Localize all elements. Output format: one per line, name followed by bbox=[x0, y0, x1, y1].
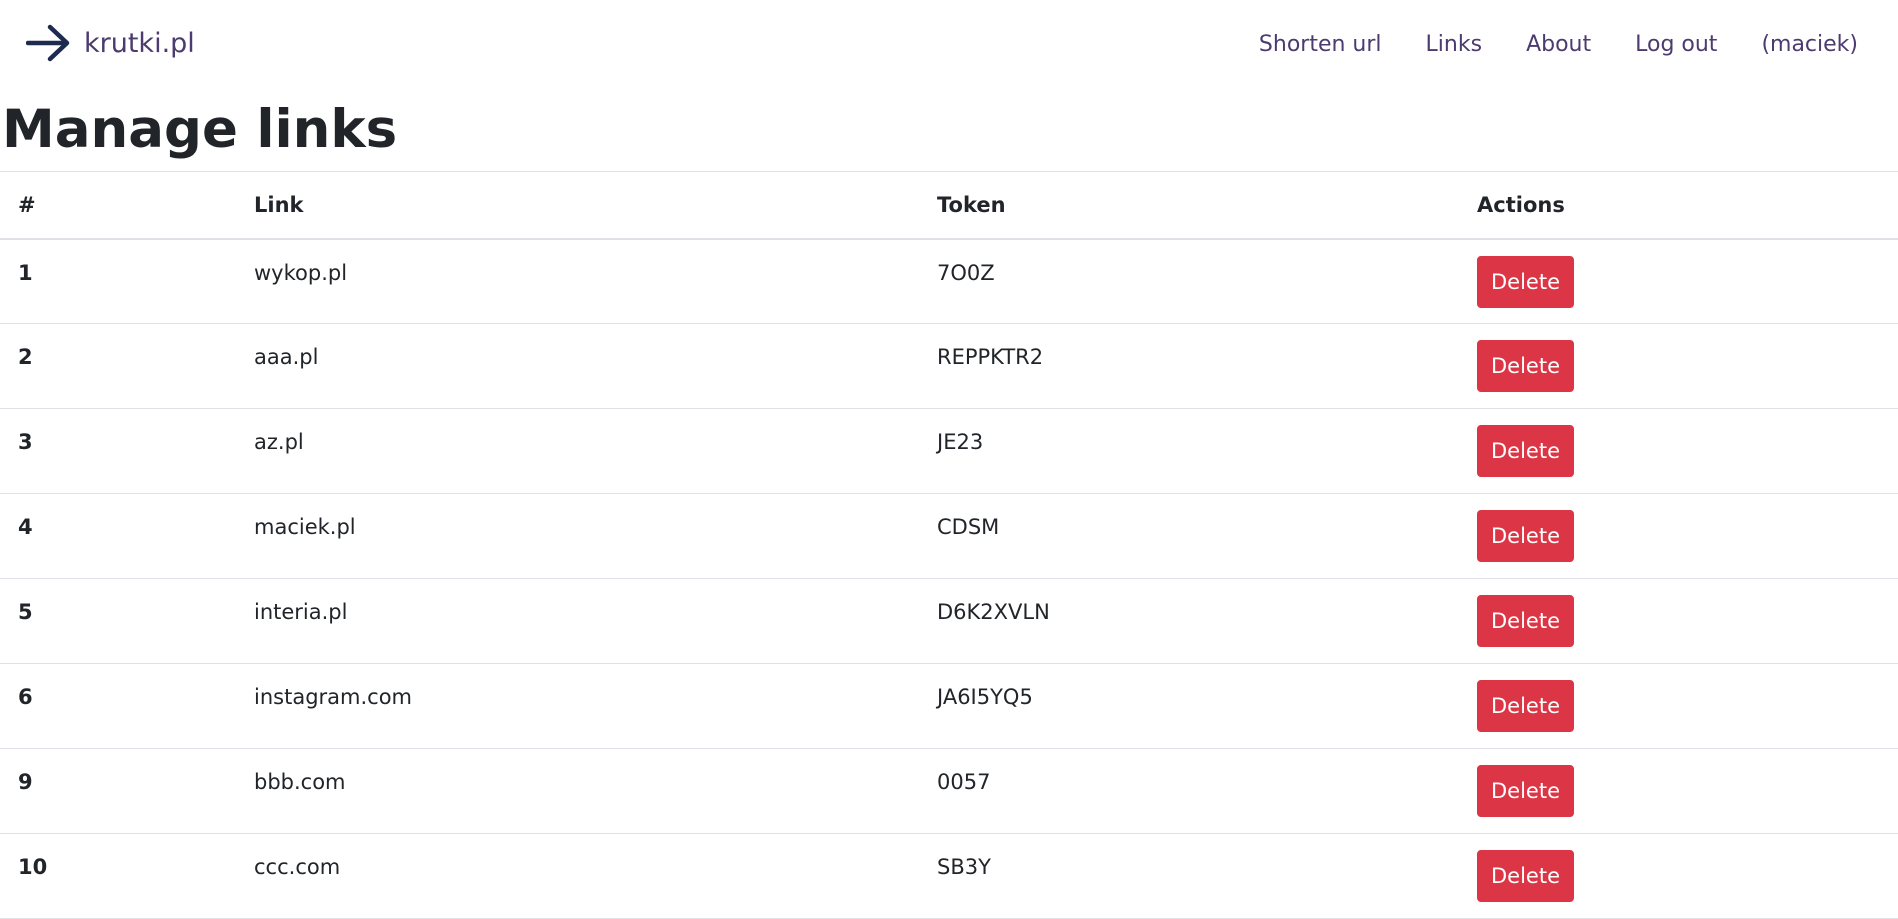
table-row: 1 wykop.pl 7O0Z Delete bbox=[0, 239, 1898, 324]
table-row: 9 bbb.com 0057 Delete bbox=[0, 749, 1898, 834]
delete-button[interactable]: Delete bbox=[1477, 425, 1574, 477]
row-actions: Delete bbox=[1459, 409, 1898, 494]
row-token: JE23 bbox=[937, 430, 984, 454]
row-actions: Delete bbox=[1459, 494, 1898, 579]
table-row: 2 aaa.pl REPPKTR2 Delete bbox=[0, 324, 1898, 409]
nav-shorten-url[interactable]: Shorten url bbox=[1259, 32, 1382, 57]
row-link: az.pl bbox=[254, 430, 304, 454]
row-link: aaa.pl bbox=[254, 345, 319, 369]
row-number: 2 bbox=[18, 345, 33, 369]
nav-links[interactable]: Links bbox=[1426, 32, 1483, 57]
table-row: 10 ccc.com SB3Y Delete bbox=[0, 834, 1898, 919]
row-token: 7O0Z bbox=[937, 260, 995, 285]
table-row: 4 maciek.pl CDSM Delete bbox=[0, 494, 1898, 579]
row-number: 3 bbox=[18, 430, 33, 454]
brand-name: krutki.pl bbox=[84, 27, 195, 59]
delete-button[interactable]: Delete bbox=[1477, 340, 1574, 392]
header-link: Link bbox=[254, 192, 304, 217]
links-table: # Link Token Actions 1 wykop.pl 7O0Z Del… bbox=[0, 171, 1898, 919]
row-actions: Delete bbox=[1459, 664, 1898, 749]
header-number: # bbox=[18, 192, 36, 217]
row-number: 5 bbox=[18, 600, 33, 624]
row-actions: Delete bbox=[1459, 749, 1898, 834]
row-link: bbb.com bbox=[254, 770, 346, 794]
row-number: 1 bbox=[18, 260, 33, 285]
delete-button[interactable]: Delete bbox=[1477, 510, 1574, 562]
row-link: interia.pl bbox=[254, 600, 348, 624]
row-token: CDSM bbox=[937, 515, 1000, 539]
brand-link[interactable]: krutki.pl bbox=[26, 24, 195, 62]
row-number: 4 bbox=[18, 515, 33, 539]
delete-button[interactable]: Delete bbox=[1477, 680, 1574, 732]
links-table-container: # Link Token Actions 1 wykop.pl 7O0Z Del… bbox=[0, 171, 1898, 919]
row-token: JA6I5YQ5 bbox=[937, 685, 1033, 709]
row-link: instagram.com bbox=[254, 685, 413, 709]
table-row: 5 interia.pl D6K2XVLN Delete bbox=[0, 579, 1898, 664]
page-title: Manage links bbox=[2, 99, 398, 160]
navbar: krutki.pl Shorten url Links About Log ou… bbox=[0, 0, 1898, 95]
row-number: 9 bbox=[18, 770, 33, 794]
row-link: ccc.com bbox=[254, 855, 341, 879]
row-link: maciek.pl bbox=[254, 515, 356, 539]
row-actions: Delete bbox=[1459, 579, 1898, 664]
header-token: Token bbox=[937, 192, 1006, 217]
row-link: wykop.pl bbox=[254, 260, 348, 285]
row-actions: Delete bbox=[1459, 239, 1898, 324]
delete-button[interactable]: Delete bbox=[1477, 765, 1574, 817]
nav-menu: Shorten url Links About Log out (maciek) bbox=[1215, 32, 1858, 57]
nav-user[interactable]: (maciek) bbox=[1761, 32, 1858, 57]
row-actions: Delete bbox=[1459, 324, 1898, 409]
arrow-right-icon bbox=[26, 24, 72, 62]
row-token: REPPKTR2 bbox=[937, 345, 1044, 369]
delete-button[interactable]: Delete bbox=[1477, 850, 1574, 902]
nav-log-out[interactable]: Log out bbox=[1635, 32, 1717, 57]
delete-button[interactable]: Delete bbox=[1477, 595, 1574, 647]
row-number: 10 bbox=[18, 855, 48, 879]
table-header-row: # Link Token Actions bbox=[0, 171, 1898, 239]
row-token: 0057 bbox=[937, 770, 991, 794]
table-row: 3 az.pl JE23 Delete bbox=[0, 409, 1898, 494]
header-actions: Actions bbox=[1477, 192, 1565, 217]
row-number: 6 bbox=[18, 685, 33, 709]
delete-button[interactable]: Delete bbox=[1477, 255, 1574, 308]
row-actions: Delete bbox=[1459, 834, 1898, 919]
row-token: SB3Y bbox=[937, 855, 991, 879]
nav-about[interactable]: About bbox=[1526, 32, 1591, 57]
row-token: D6K2XVLN bbox=[937, 600, 1050, 624]
table-row: 6 instagram.com JA6I5YQ5 Delete bbox=[0, 664, 1898, 749]
